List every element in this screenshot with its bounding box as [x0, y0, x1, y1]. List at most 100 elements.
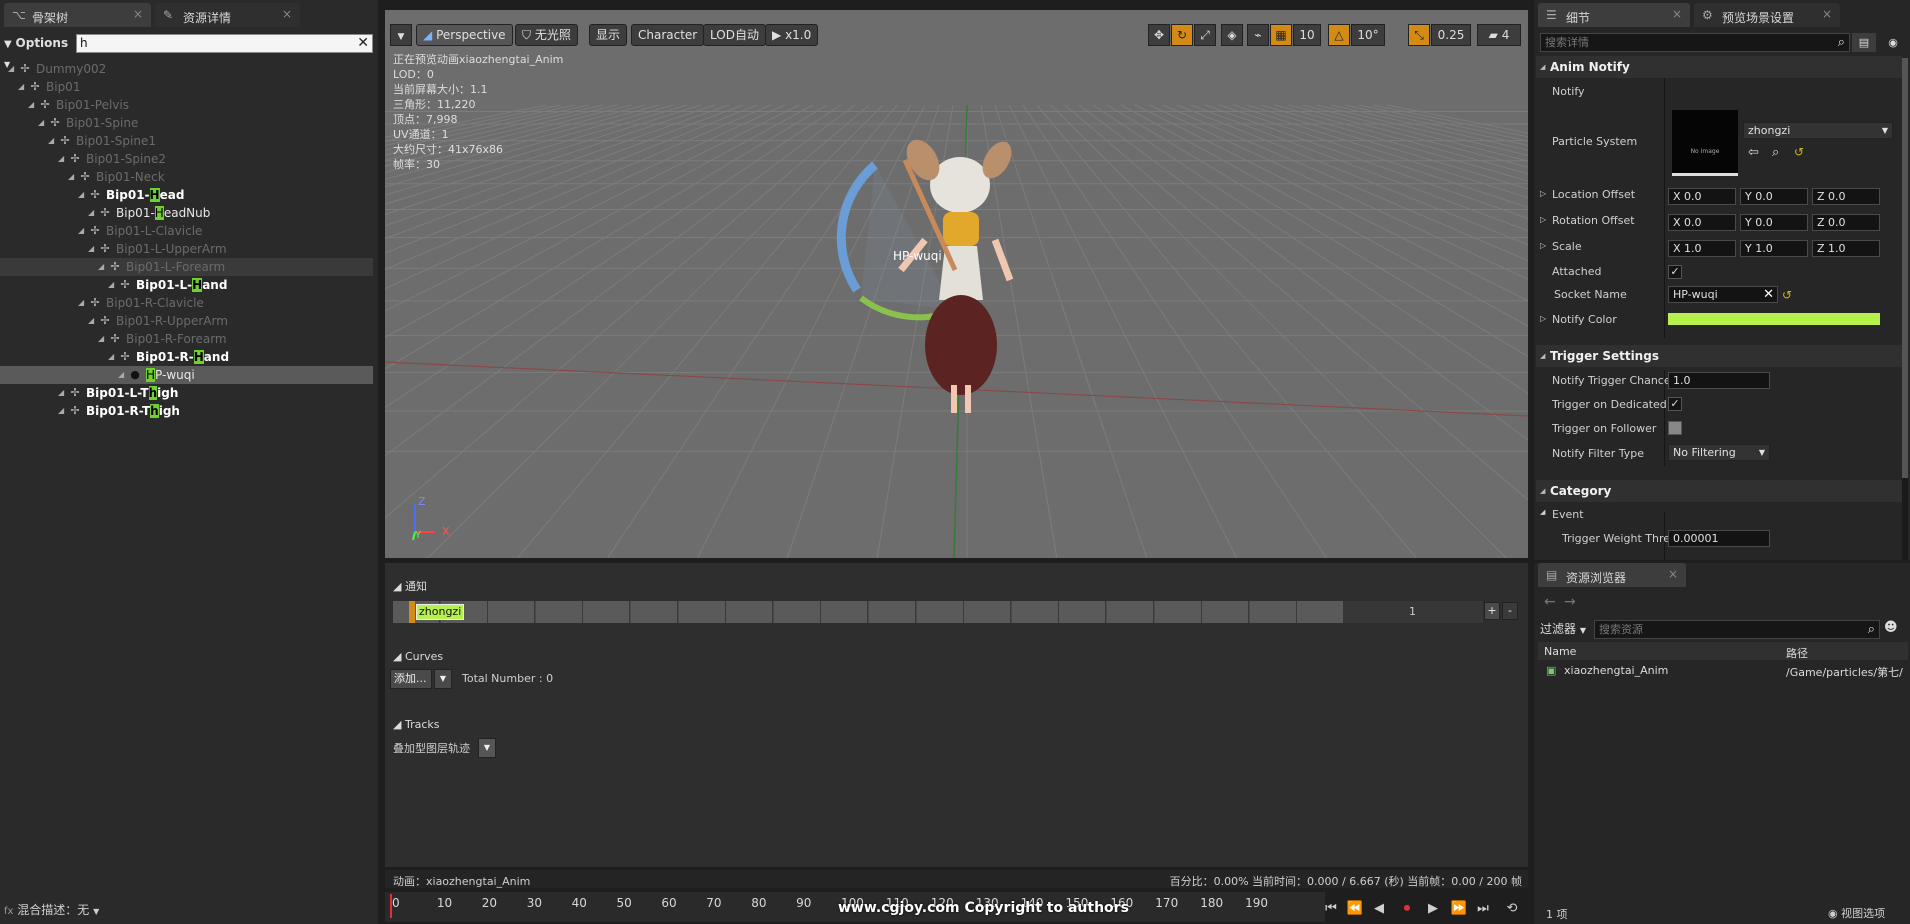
- playback-speed-button[interactable]: ▶ x1.0: [765, 24, 819, 46]
- tree-row[interactable]: ◢ ✢ Bip01-R-Thigh: [0, 402, 373, 420]
- rotation-snap-value[interactable]: 10°: [1351, 24, 1385, 46]
- tree-row[interactable]: ◢ ✢ Bip01-R-Hand: [0, 348, 373, 366]
- tab-content-browser[interactable]: ▤ 资源浏览器 ×: [1538, 563, 1686, 587]
- notify-color-swatch[interactable]: [1668, 313, 1880, 325]
- asset-row[interactable]: ▣ xiaozhengtai_Anim /Game/particles/第七/: [1538, 662, 1908, 680]
- expand-arrow-icon[interactable]: ◢: [78, 294, 84, 312]
- close-icon[interactable]: ×: [1822, 7, 1832, 21]
- tree-row[interactable]: ◢ ✢ Bip01-R-Clavicle: [0, 294, 373, 312]
- category-section[interactable]: Category: [1536, 480, 1902, 502]
- expand-arrow-icon[interactable]: ◢: [8, 60, 14, 78]
- notify-track-cell[interactable]: [1059, 601, 1107, 623]
- notify-track-cell[interactable]: [1154, 601, 1202, 623]
- add-curve-button[interactable]: 添加...: [390, 669, 432, 689]
- trigger-follower-checkbox[interactable]: [1668, 421, 1682, 435]
- scale-y-input[interactable]: Y 1.0: [1740, 240, 1808, 257]
- expand-arrow-icon[interactable]: ◢: [18, 78, 24, 96]
- add-curve-dropdown[interactable]: ▼: [434, 669, 452, 689]
- viewport[interactable]: ▼ ◢ Perspective ⛉ 无光照 显示 Character LOD自动…: [385, 10, 1528, 558]
- step-back-icon[interactable]: ⏪: [1346, 900, 1364, 918]
- blend-description-dropdown[interactable]: fx 混合描述：无 ▼: [4, 901, 104, 919]
- character-button[interactable]: Character: [631, 24, 705, 46]
- socket-name-input[interactable]: HP-wuqi ✕: [1668, 286, 1778, 303]
- tree-row[interactable]: ◢ ✢ Bip01-Spine1: [0, 132, 373, 150]
- notify-track-cell[interactable]: [1011, 601, 1059, 623]
- browse-icon[interactable]: ⌕: [1772, 145, 1779, 160]
- rotation-z-input[interactable]: Z 0.0: [1812, 214, 1880, 231]
- rotation-y-input[interactable]: Y 0.0: [1740, 214, 1808, 231]
- details-scrollbar[interactable]: [1902, 58, 1908, 560]
- notify-track-cell[interactable]: [1297, 601, 1345, 623]
- scale-snap-value[interactable]: 0.25: [1431, 24, 1471, 46]
- expand-arrow-icon[interactable]: ◢: [58, 384, 64, 402]
- expand-arrow-icon[interactable]: ◢: [28, 96, 34, 114]
- translate-icon[interactable]: ✥: [1148, 24, 1170, 46]
- scrollbar-thumb[interactable]: [1902, 58, 1908, 478]
- notify-track-cell[interactable]: [916, 601, 964, 623]
- expand-arrow-icon[interactable]: ◢: [58, 150, 64, 168]
- notify-track-cell[interactable]: [678, 601, 726, 623]
- column-path[interactable]: 路径: [1786, 645, 1808, 661]
- tab-details[interactable]: ☰ 细节 ×: [1538, 3, 1690, 27]
- curves-section-header[interactable]: ◢ Curves: [393, 650, 443, 663]
- tree-row[interactable]: ◢ ✢ Bip01-R-UpperArm: [0, 312, 373, 330]
- notify-track-cell[interactable]: [631, 601, 678, 623]
- trigger-chance-input[interactable]: 1.0: [1668, 372, 1770, 389]
- close-icon[interactable]: ×: [282, 7, 292, 21]
- notify-track-cell[interactable]: [773, 601, 821, 623]
- rotation-snap-icon[interactable]: △: [1328, 24, 1350, 46]
- play-reverse-icon[interactable]: ◀: [1370, 900, 1388, 918]
- playhead[interactable]: [390, 894, 392, 918]
- tree-row[interactable]: ◢ ✢ Bip01: [0, 78, 373, 96]
- tree-row[interactable]: ◢ ● HP-wuqi: [0, 366, 373, 384]
- notify-event[interactable]: zhongzi: [416, 604, 464, 620]
- expand-arrow-icon[interactable]: ◢: [98, 330, 104, 348]
- viewport-options-button[interactable]: ▼: [390, 24, 412, 46]
- close-icon[interactable]: ×: [1668, 567, 1678, 581]
- column-name[interactable]: Name: [1544, 645, 1576, 658]
- expand-icon[interactable]: ▷: [1540, 241, 1546, 250]
- tree-search-input[interactable]: h ✕: [76, 34, 373, 53]
- location-x-input[interactable]: X 0.0: [1668, 188, 1736, 205]
- attached-checkbox[interactable]: ✓: [1668, 265, 1682, 279]
- surface-snap-icon[interactable]: ⌁: [1247, 24, 1269, 46]
- lod-button[interactable]: LOD自动: [703, 24, 766, 46]
- close-icon[interactable]: ×: [133, 7, 143, 21]
- expand-arrow-icon[interactable]: ◢: [108, 348, 114, 366]
- filter-type-dropdown[interactable]: No Filtering ▼: [1668, 444, 1770, 461]
- back-icon[interactable]: ←: [1544, 594, 1556, 610]
- scale-icon[interactable]: ⤢: [1194, 24, 1216, 46]
- location-y-input[interactable]: Y 0.0: [1740, 188, 1808, 205]
- tree-row[interactable]: ◢ ✢ Bip01-Spine2: [0, 150, 373, 168]
- expand-icon[interactable]: ▷: [1540, 314, 1546, 323]
- scale-z-input[interactable]: Z 1.0: [1812, 240, 1880, 257]
- details-search-input[interactable]: 搜索详情 ⌕: [1540, 33, 1850, 52]
- notify-track-cell[interactable]: [726, 601, 774, 623]
- expand-arrow-icon[interactable]: ◢: [58, 402, 64, 420]
- notify-track-cell[interactable]: [583, 601, 631, 623]
- expand-arrow-icon[interactable]: ◢: [78, 186, 84, 204]
- record-icon[interactable]: ⏺: [1398, 900, 1416, 918]
- notify-track-cell[interactable]: [1202, 601, 1250, 623]
- lighting-button[interactable]: ⛉ 无光照: [515, 24, 578, 46]
- remove-notify-track-button[interactable]: -: [1502, 602, 1518, 620]
- reset-icon[interactable]: ↺: [1782, 288, 1792, 302]
- camera-speed-icon[interactable]: ▰ 4: [1477, 24, 1521, 46]
- expand-arrow-icon[interactable]: ◢: [78, 222, 84, 240]
- use-selected-icon[interactable]: ⇦: [1748, 145, 1759, 160]
- rotate-icon[interactable]: ↻: [1171, 24, 1193, 46]
- tree-row[interactable]: ◢ ✢ Bip01-L-UpperArm: [0, 240, 373, 258]
- grid-snap-value[interactable]: 10: [1293, 24, 1321, 46]
- property-matrix-icon[interactable]: ▤: [1852, 33, 1876, 52]
- add-notify-track-button[interactable]: +: [1484, 602, 1500, 620]
- particle-thumbnail[interactable]: No Image: [1672, 110, 1738, 176]
- user-icon[interactable]: ☻: [1884, 620, 1898, 635]
- expand-arrow-icon[interactable]: ◢: [68, 168, 74, 186]
- expand-arrow-icon[interactable]: ◢: [98, 258, 104, 276]
- expand-icon[interactable]: ▷: [1540, 215, 1546, 224]
- filter-button[interactable]: 过滤器 ▼: [1540, 620, 1586, 637]
- tab-skeleton-tree[interactable]: ⌥ 骨架树 ×: [4, 3, 151, 27]
- notify-track-cell[interactable]: [964, 601, 1012, 623]
- scale-snap-icon[interactable]: ⤡: [1408, 24, 1430, 46]
- notify-track-cell[interactable]: [821, 601, 869, 623]
